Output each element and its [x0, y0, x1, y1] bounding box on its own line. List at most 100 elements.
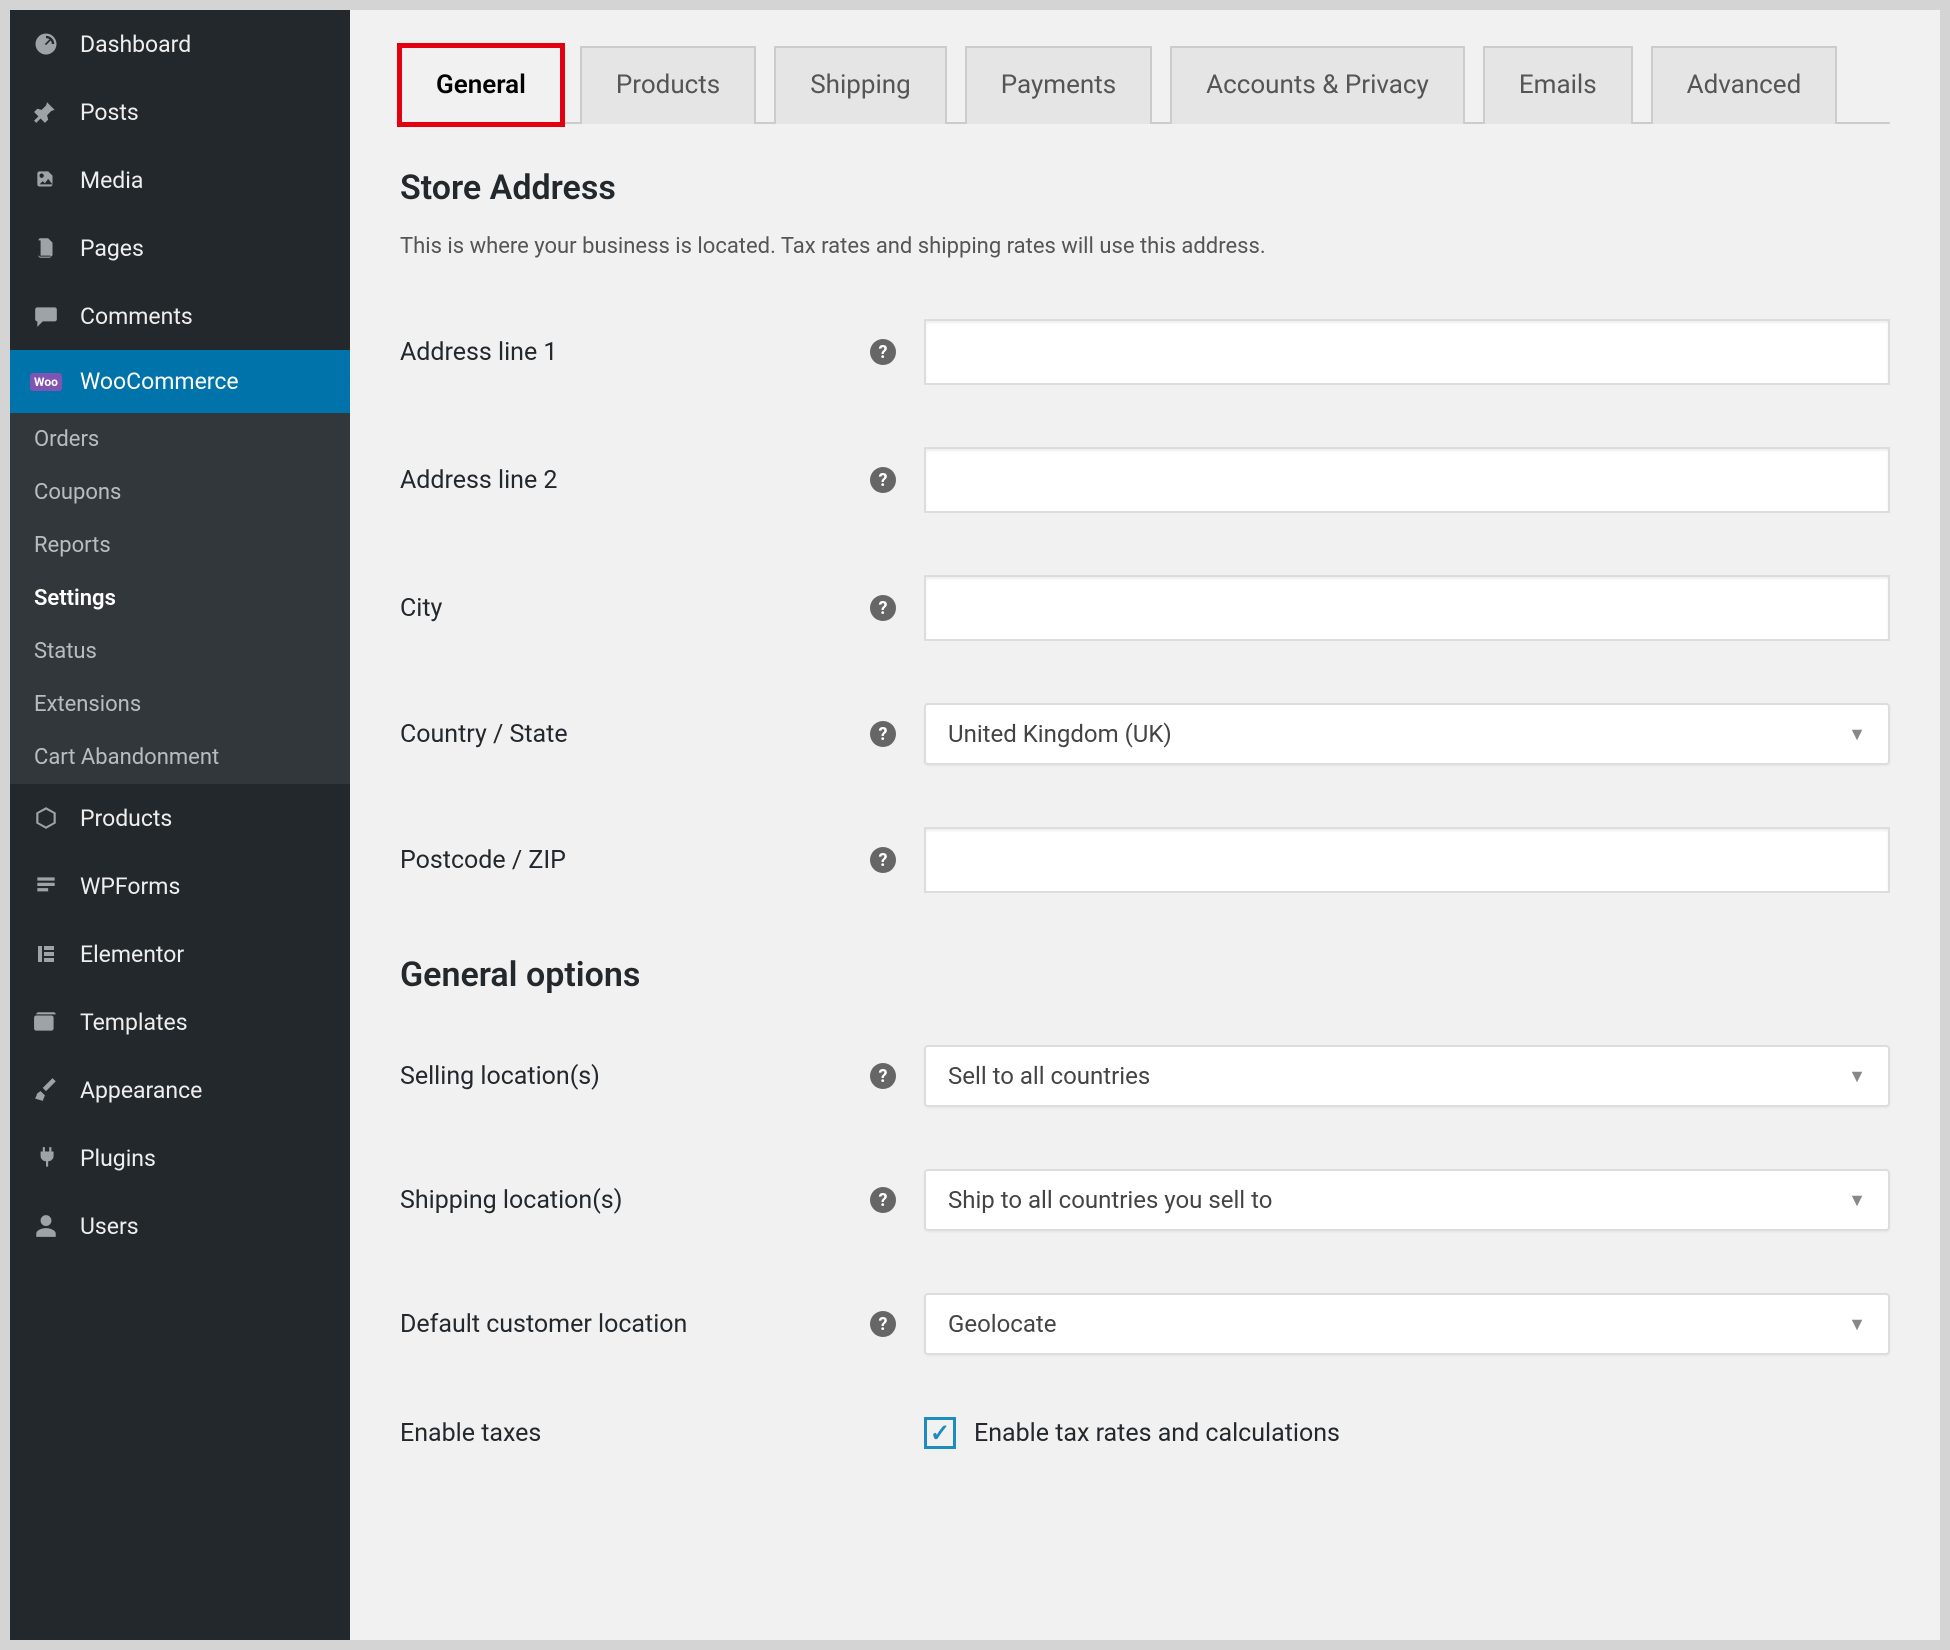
- comment-icon: [30, 300, 62, 332]
- select-shipping-locations[interactable]: Ship to all countries you sell to ▼: [924, 1169, 1890, 1231]
- row-default-customer-location: Default customer location ? Geolocate ▼: [400, 1293, 1890, 1355]
- main-content: General Products Shipping Payments Accou…: [350, 10, 1940, 1640]
- input-address2[interactable]: [924, 447, 1890, 513]
- select-selling-locations[interactable]: Sell to all countries ▼: [924, 1045, 1890, 1107]
- section-title-store-address: Store Address: [400, 168, 1890, 208]
- sidebar-item-media[interactable]: Media: [10, 146, 350, 214]
- label-default-customer-location: Default customer location: [400, 1310, 870, 1339]
- sidebar-item-plugins[interactable]: Plugins: [10, 1124, 350, 1192]
- row-postcode: Postcode / ZIP ?: [400, 827, 1890, 893]
- select-country-state[interactable]: United Kingdom (UK) ▼: [924, 703, 1890, 765]
- sidebar-sub-extensions[interactable]: Extensions: [10, 678, 350, 731]
- form-icon: [30, 870, 62, 902]
- sidebar-sub-coupons[interactable]: Coupons: [10, 466, 350, 519]
- sidebar-item-dashboard[interactable]: Dashboard: [10, 10, 350, 78]
- checkbox-label: Enable tax rates and calculations: [974, 1419, 1340, 1448]
- sidebar-sub-status[interactable]: Status: [10, 625, 350, 678]
- sidebar-label: Elementor: [80, 941, 184, 968]
- select-default-customer-location[interactable]: Geolocate ▼: [924, 1293, 1890, 1355]
- pages-icon: [30, 232, 62, 264]
- gauge-icon: [30, 28, 62, 60]
- help-icon[interactable]: ?: [870, 847, 896, 873]
- sidebar-item-wpforms[interactable]: WPForms: [10, 852, 350, 920]
- row-selling-locations: Selling location(s) ? Sell to all countr…: [400, 1045, 1890, 1107]
- sidebar-item-woocommerce[interactable]: Woo WooCommerce: [10, 350, 350, 413]
- sidebar-item-posts[interactable]: Posts: [10, 78, 350, 146]
- tab-products[interactable]: Products: [580, 46, 756, 124]
- help-icon[interactable]: ?: [870, 1187, 896, 1213]
- sidebar-label: WPForms: [80, 873, 180, 900]
- sidebar-item-users[interactable]: Users: [10, 1192, 350, 1260]
- sidebar-label: Pages: [80, 235, 144, 262]
- help-icon[interactable]: ?: [870, 467, 896, 493]
- label-selling-locations: Selling location(s): [400, 1062, 870, 1091]
- row-enable-taxes: Enable taxes ✓ Enable tax rates and calc…: [400, 1417, 1890, 1449]
- sidebar-item-elementor[interactable]: Elementor: [10, 920, 350, 988]
- woo-icon: Woo: [30, 373, 62, 391]
- sidebar-label: Posts: [80, 99, 139, 126]
- label-city: City: [400, 594, 870, 623]
- select-value: Sell to all countries: [948, 1062, 1150, 1090]
- checkbox-enable-taxes[interactable]: ✓: [924, 1417, 956, 1449]
- plug-icon: [30, 1142, 62, 1174]
- label-shipping-locations: Shipping location(s): [400, 1186, 870, 1215]
- help-icon[interactable]: ?: [870, 1311, 896, 1337]
- elementor-icon: [30, 938, 62, 970]
- box-icon: [30, 802, 62, 834]
- select-value: United Kingdom (UK): [948, 720, 1172, 748]
- row-address1: Address line 1 ?: [400, 319, 1890, 385]
- sidebar-sub-reports[interactable]: Reports: [10, 519, 350, 572]
- sidebar-label: Appearance: [80, 1077, 202, 1104]
- sidebar-sub-orders[interactable]: Orders: [10, 413, 350, 466]
- row-country-state: Country / State ? United Kingdom (UK) ▼: [400, 703, 1890, 765]
- sidebar-item-pages[interactable]: Pages: [10, 214, 350, 282]
- input-postcode[interactable]: [924, 827, 1890, 893]
- sidebar-item-comments[interactable]: Comments: [10, 282, 350, 350]
- help-icon[interactable]: ?: [870, 595, 896, 621]
- row-shipping-locations: Shipping location(s) ? Ship to all count…: [400, 1169, 1890, 1231]
- label-address2: Address line 2: [400, 466, 870, 495]
- section-title-general-options: General options: [400, 955, 1890, 995]
- sidebar-label: Comments: [80, 303, 193, 330]
- sidebar-label: Products: [80, 805, 172, 832]
- sidebar-label: Plugins: [80, 1145, 156, 1172]
- help-icon[interactable]: ?: [870, 339, 896, 365]
- label-enable-taxes: Enable taxes: [400, 1419, 870, 1448]
- help-icon[interactable]: ?: [870, 1063, 896, 1089]
- media-icon: [30, 164, 62, 196]
- row-address2: Address line 2 ?: [400, 447, 1890, 513]
- sidebar-item-products[interactable]: Products: [10, 784, 350, 852]
- tab-advanced[interactable]: Advanced: [1651, 46, 1838, 124]
- tab-shipping[interactable]: Shipping: [774, 46, 947, 124]
- chevron-down-icon: ▼: [1848, 1314, 1866, 1335]
- sidebar-label: Dashboard: [80, 31, 191, 58]
- admin-sidebar: Dashboard Posts Media Pages Comments Woo…: [10, 10, 350, 1640]
- tab-accounts-privacy[interactable]: Accounts & Privacy: [1170, 46, 1465, 124]
- tab-emails[interactable]: Emails: [1483, 46, 1633, 124]
- row-city: City ?: [400, 575, 1890, 641]
- input-city[interactable]: [924, 575, 1890, 641]
- brush-icon: [30, 1074, 62, 1106]
- sidebar-sub-settings[interactable]: Settings: [10, 572, 350, 625]
- sidebar-label: Media: [80, 167, 143, 194]
- section-desc: This is where your business is located. …: [400, 234, 1890, 259]
- sidebar-sub-cart-abandonment[interactable]: Cart Abandonment: [10, 731, 350, 784]
- tab-general[interactable]: General: [400, 46, 562, 124]
- label-country-state: Country / State: [400, 720, 870, 749]
- templates-icon: [30, 1006, 62, 1038]
- chevron-down-icon: ▼: [1848, 1190, 1866, 1211]
- label-postcode: Postcode / ZIP: [400, 846, 870, 875]
- sidebar-label: Users: [80, 1213, 139, 1240]
- select-value: Geolocate: [948, 1310, 1056, 1338]
- pin-icon: [30, 96, 62, 128]
- sidebar-item-templates[interactable]: Templates: [10, 988, 350, 1056]
- sidebar-label: Templates: [80, 1009, 188, 1036]
- settings-tabs: General Products Shipping Payments Accou…: [400, 46, 1890, 124]
- chevron-down-icon: ▼: [1848, 724, 1866, 745]
- tab-payments[interactable]: Payments: [965, 46, 1152, 124]
- sidebar-label: WooCommerce: [80, 368, 239, 395]
- help-icon[interactable]: ?: [870, 721, 896, 747]
- user-icon: [30, 1210, 62, 1242]
- sidebar-item-appearance[interactable]: Appearance: [10, 1056, 350, 1124]
- input-address1[interactable]: [924, 319, 1890, 385]
